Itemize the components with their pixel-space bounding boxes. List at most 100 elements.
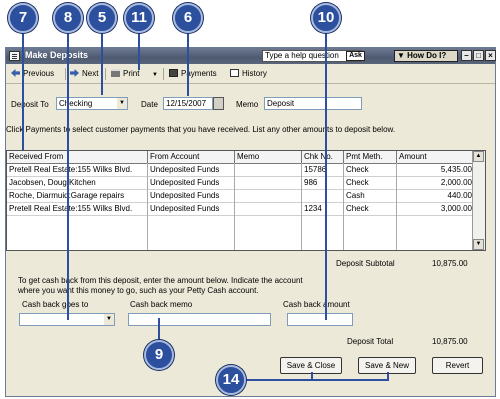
ask-button[interactable]: Ask [346, 51, 365, 61]
payment-method-cell: Check [344, 176, 397, 189]
memo-field[interactable]: Deposit [264, 97, 362, 110]
from-account-cell: Undeposited Funds [148, 163, 235, 176]
memo-cell [235, 189, 302, 202]
callout-line-8 [67, 30, 69, 320]
date-field[interactable]: 12/15/2007 [163, 97, 213, 110]
chevron-down-icon: ▼ [117, 98, 127, 109]
history-button[interactable]: History [230, 67, 267, 81]
table-row[interactable]: Roche, Diarmuid:Garage repairs Undeposit… [7, 189, 473, 203]
table-row[interactable]: Jacobsen, Doug:Kitchen Undeposited Funds… [7, 176, 473, 190]
callout-11: 11 [124, 3, 154, 33]
date-label: Date [141, 100, 158, 109]
amount-cell: 3,000.00 [440, 204, 472, 213]
window-title: Make Deposits [25, 50, 89, 60]
callout-line-9 [158, 318, 160, 342]
printer-icon [111, 69, 120, 77]
table-row-empty[interactable] [7, 215, 473, 250]
next-label: Next [82, 69, 99, 78]
grid-column-line [344, 215, 397, 250]
check-number-cell: 1234 [302, 202, 344, 215]
amount-cell: 5,435.00 [440, 165, 472, 174]
callout-line-14 [311, 372, 313, 380]
how-do-i-label: How Do I? [407, 51, 447, 60]
received-from-cell: Pretell Real Estate:155 Wilks Blvd. [7, 163, 148, 176]
column-header[interactable]: Pmt Meth. [344, 151, 397, 163]
from-account-cell: Undeposited Funds [148, 189, 235, 202]
toolbar-divider [163, 68, 164, 80]
scroll-up-icon[interactable]: ▲ [473, 151, 484, 162]
column-header[interactable]: Amount [397, 151, 475, 163]
callout-line-10 [325, 30, 327, 320]
payments-instructions: Click Payments to select customer paymen… [6, 125, 396, 134]
grid-column-line [148, 215, 235, 250]
how-do-i-button[interactable]: ▼ How Do I? [394, 50, 458, 62]
deposit-subtotal-label: Deposit Subtotal [336, 259, 395, 268]
column-header[interactable]: Memo [235, 151, 302, 163]
check-number-cell: 986 [302, 176, 344, 189]
revert-button[interactable]: Revert [432, 357, 483, 374]
received-from-cell: Pretell Real Estate:155 Wilks Blvd. [7, 202, 148, 215]
payments-icon [169, 69, 178, 77]
check-number-cell [302, 189, 344, 202]
deposit-total-value: 10,875.00 [432, 337, 468, 346]
payment-method-cell: Cash [344, 189, 397, 202]
callout-10: 10 [311, 3, 341, 33]
payment-method-cell: Check [344, 202, 397, 215]
callout-7: 7 [8, 3, 38, 33]
cashback-memo-label: Cash back memo [130, 300, 193, 309]
history-label: History [242, 69, 267, 78]
cashback-amount-field[interactable] [287, 313, 353, 326]
callout-line-14 [387, 372, 389, 380]
minimize-button[interactable]: – [461, 50, 472, 61]
column-header[interactable]: Received From [7, 151, 148, 163]
next-arrow-icon [70, 69, 79, 77]
memo-cell [235, 202, 302, 215]
callout-9: 9 [144, 340, 174, 370]
received-from-cell: Roche, Diarmuid:Garage repairs [7, 189, 148, 202]
column-header[interactable]: Chk No. [302, 151, 344, 163]
callout-6: 6 [173, 3, 203, 33]
cashback-instructions: To get cash back from this deposit, ente… [18, 276, 303, 285]
payments-button[interactable]: Payments [169, 67, 217, 81]
payment-method-cell: Check [344, 163, 397, 176]
deposit-form-icon [9, 51, 20, 61]
title-bar: Make Deposits Type a help question Ask ▼… [6, 48, 496, 64]
callout-line-14 [245, 379, 389, 381]
memo-cell [235, 163, 302, 176]
chevron-down-icon: ▼ [397, 51, 408, 60]
table-row[interactable]: Pretell Real Estate:155 Wilks Blvd. Unde… [7, 202, 473, 216]
deposit-subtotal-value: 10,875.00 [432, 259, 468, 268]
check-number-cell: 15786 [302, 163, 344, 176]
grid-column-line [7, 215, 148, 250]
previous-arrow-icon [11, 69, 20, 77]
print-label: Print [123, 69, 140, 78]
from-account-cell: Undeposited Funds [148, 202, 235, 215]
callout-line-11 [138, 30, 140, 70]
received-from-cell: Jacobsen, Doug:Kitchen [7, 176, 148, 189]
cashback-goes-to-label: Cash back goes to [22, 300, 89, 309]
deposit-to-value: Checking [59, 99, 93, 108]
toolbar-divider [105, 68, 106, 80]
callout-14: 14 [216, 365, 246, 395]
calendar-icon[interactable] [213, 97, 224, 110]
memo-label: Memo [236, 100, 259, 109]
amount-cell: 440.00 [447, 191, 472, 200]
deposit-table: Received From From Account Memo Chk No. … [6, 150, 486, 251]
table-scrollbar[interactable]: ▲ ▼ [472, 151, 485, 250]
previous-button[interactable]: Previous [11, 67, 54, 81]
cashback-memo-field[interactable] [128, 313, 271, 326]
from-account-cell: Undeposited Funds [148, 176, 235, 189]
scroll-down-icon[interactable]: ▼ [473, 239, 484, 250]
callout-line-7 [22, 30, 24, 150]
close-button[interactable]: × [485, 50, 496, 61]
column-header[interactable]: From Account [148, 151, 235, 163]
previous-label: Previous [23, 69, 55, 78]
callout-8: 8 [53, 3, 83, 33]
next-button[interactable]: Next [70, 67, 98, 81]
callout-5: 5 [87, 3, 117, 33]
print-button[interactable]: Print [111, 67, 139, 81]
print-dropdown[interactable]: ▼ [152, 67, 158, 81]
table-row[interactable]: Pretell Real Estate:155 Wilks Blvd. Unde… [7, 163, 473, 177]
maximize-button[interactable]: □ [473, 50, 484, 61]
cashback-amount-label: Cash back amount [283, 300, 350, 309]
